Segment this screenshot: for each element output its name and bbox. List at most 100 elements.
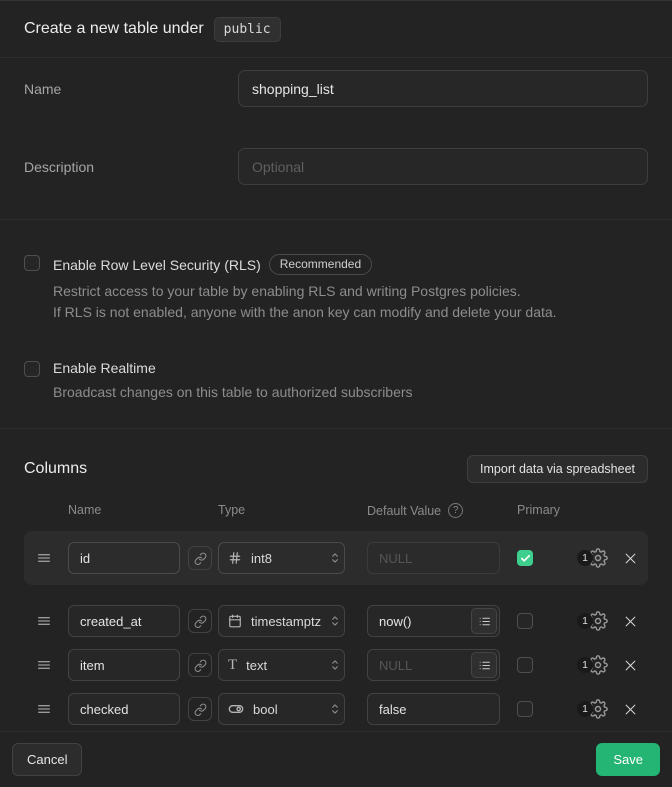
remove-column-button[interactable] — [623, 614, 638, 629]
column-settings-button[interactable]: 1 — [577, 655, 608, 675]
column-default-wrap — [367, 542, 500, 574]
drag-handle-icon[interactable] — [36, 701, 52, 717]
column-row: timestamptz 1 — [0, 599, 672, 643]
column-default-input[interactable] — [367, 693, 500, 725]
drag-handle-icon[interactable] — [36, 550, 52, 566]
header-default-value: Default Value ? — [367, 503, 463, 518]
columns-section: Columns Import data via spreadsheet Name… — [0, 429, 672, 731]
settings-count-badge: 1 — [577, 550, 593, 566]
primary-checkbox[interactable] — [517, 657, 533, 673]
rls-description: Restrict access to your table by enablin… — [53, 281, 557, 323]
header-name: Name — [68, 503, 101, 517]
realtime-option: Enable Realtime Broadcast changes on thi… — [24, 360, 648, 403]
int-type-icon — [228, 551, 242, 565]
header-type: Type — [218, 503, 245, 517]
realtime-texts: Enable Realtime Broadcast changes on thi… — [53, 360, 413, 403]
column-type-label: bool — [253, 702, 278, 717]
text-type-icon: T — [228, 658, 237, 673]
close-icon — [623, 551, 638, 566]
columns-table-header: Name Type Default Value ? Primary — [0, 503, 672, 519]
columns-rows: int8 1 — [0, 531, 672, 731]
panel-title: Create a new table under — [24, 20, 204, 38]
list-icon — [478, 615, 491, 628]
schema-badge: public — [214, 17, 281, 42]
create-table-panel: Create a new table under public Name Des… — [0, 0, 672, 787]
primary-checkbox[interactable] — [517, 701, 533, 717]
primary-checkbox[interactable] — [517, 613, 533, 629]
default-suggestions-button[interactable] — [471, 608, 497, 634]
link-icon — [194, 615, 207, 628]
realtime-label: Enable Realtime — [53, 360, 156, 376]
column-name-input[interactable] — [68, 693, 180, 725]
check-icon — [520, 660, 531, 671]
table-options-section: Enable Row Level Security (RLS) Recommen… — [0, 220, 672, 429]
column-type-label: timestamptz — [251, 614, 321, 629]
column-type-select[interactable]: bool — [218, 693, 345, 725]
rls-label: Enable Row Level Security (RLS) — [53, 257, 261, 273]
drag-handle-icon[interactable] — [36, 613, 52, 629]
check-icon — [520, 553, 531, 564]
close-icon — [623, 702, 638, 717]
foreign-key-link-button[interactable] — [188, 609, 212, 633]
boolean-type-icon — [228, 701, 244, 717]
link-icon — [194, 703, 207, 716]
link-icon — [194, 659, 207, 672]
column-settings-button[interactable]: 1 — [577, 611, 608, 631]
settings-count-badge: 1 — [577, 613, 593, 629]
realtime-checkbox[interactable] — [24, 361, 40, 377]
save-button[interactable]: Save — [596, 743, 660, 776]
name-field-row: Name — [24, 70, 648, 107]
panel-footer: Cancel Save — [0, 731, 672, 787]
column-default-wrap — [367, 693, 500, 725]
import-spreadsheet-button[interactable]: Import data via spreadsheet — [467, 455, 648, 483]
column-settings-button[interactable]: 1 — [577, 699, 608, 719]
foreign-key-link-button[interactable] — [188, 546, 212, 570]
chevron-up-down-icon — [328, 614, 342, 628]
column-type-label: int8 — [251, 551, 272, 566]
name-label: Name — [24, 70, 238, 97]
check-icon — [520, 616, 531, 627]
cancel-button[interactable]: Cancel — [12, 743, 82, 776]
table-description-input[interactable] — [238, 148, 648, 185]
column-row: bool 1 — [0, 687, 672, 731]
description-label: Description — [24, 148, 238, 175]
column-type-select[interactable]: timestamptz — [218, 605, 345, 637]
primary-checkbox[interactable] — [517, 550, 533, 566]
close-icon — [623, 658, 638, 673]
rls-texts: Enable Row Level Security (RLS) Recommen… — [53, 254, 557, 323]
calendar-type-icon — [228, 614, 242, 628]
settings-count-badge: 1 — [577, 701, 593, 717]
column-default-input[interactable] — [367, 542, 500, 574]
drag-handle-icon[interactable] — [36, 657, 52, 673]
column-name-input[interactable] — [68, 542, 180, 574]
description-field-row: Description — [24, 148, 648, 185]
column-name-input[interactable] — [68, 605, 180, 637]
settings-count-badge: 1 — [577, 657, 593, 673]
rls-checkbox[interactable] — [24, 255, 40, 271]
remove-column-button[interactable] — [623, 551, 638, 566]
close-icon — [623, 614, 638, 629]
default-suggestions-button[interactable] — [471, 652, 497, 678]
column-default-wrap — [367, 649, 500, 681]
table-name-input[interactable] — [238, 70, 648, 107]
foreign-key-link-button[interactable] — [188, 697, 212, 721]
chevron-up-down-icon — [328, 702, 342, 716]
remove-column-button[interactable] — [623, 702, 638, 717]
column-name-input[interactable] — [68, 649, 180, 681]
table-details-section: Name Description — [0, 58, 672, 220]
chevron-up-down-icon — [328, 551, 342, 565]
help-icon[interactable]: ? — [448, 503, 463, 518]
column-settings-button[interactable]: 1 — [577, 548, 608, 568]
column-row: int8 1 — [24, 531, 648, 585]
foreign-key-link-button[interactable] — [188, 653, 212, 677]
column-type-select[interactable]: T text — [218, 649, 345, 681]
panel-header: Create a new table under public — [0, 1, 672, 58]
column-type-select[interactable]: int8 — [218, 542, 345, 574]
rls-option: Enable Row Level Security (RLS) Recommen… — [24, 254, 648, 323]
recommended-badge: Recommended — [269, 254, 372, 275]
check-icon — [520, 704, 531, 715]
list-icon — [478, 659, 491, 672]
column-type-label: text — [246, 658, 267, 673]
column-row: T text 1 — [0, 643, 672, 687]
remove-column-button[interactable] — [623, 658, 638, 673]
